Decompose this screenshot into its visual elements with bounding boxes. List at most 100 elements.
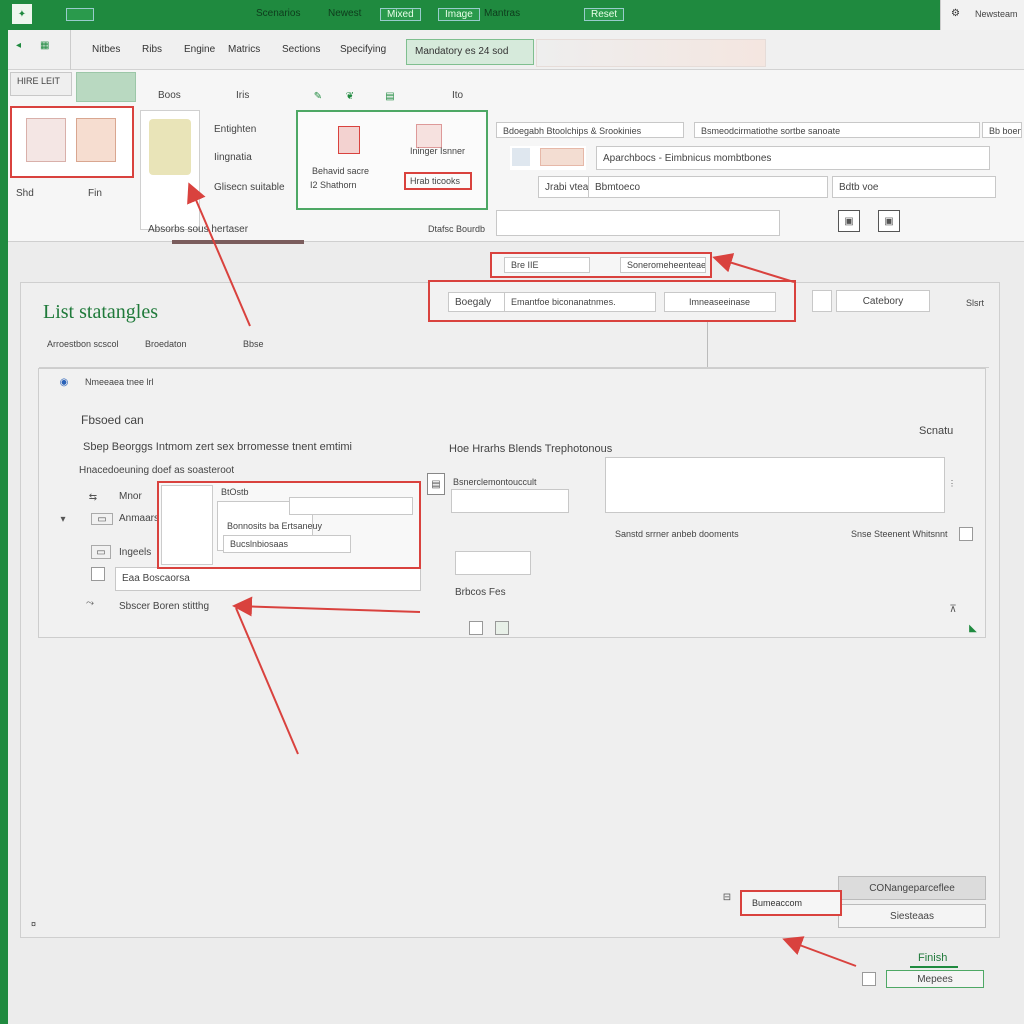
header-field-1[interactable]: Bdoegabh Btoolchips & Srookinies xyxy=(496,122,684,138)
popup-field-top[interactable] xyxy=(289,497,413,515)
table-icon[interactable]: ▤ xyxy=(380,86,400,106)
menu-item-scenarios[interactable]: Scenarios xyxy=(256,8,300,19)
hint-2: Snse Steenent Whitsnnt xyxy=(851,529,948,539)
title-bar-right: ⚙ Newsteam xyxy=(940,0,1024,30)
ribbon-selected-chip[interactable] xyxy=(76,72,136,102)
subbar-highlight[interactable]: Bre IIE Soneromeheenteaee xyxy=(490,252,712,278)
header-field-2[interactable]: Bsmeodcirmatiothe sortbe sanoate xyxy=(694,122,980,138)
ribbon-list-item-2[interactable]: Iingnatia xyxy=(214,152,252,163)
subbar-field-1[interactable]: Bre IIE xyxy=(504,257,590,273)
format-popup[interactable]: Behavid sacre I2 Shathorn Hrab ticooks I… xyxy=(296,110,488,210)
corner-icon: ◣ xyxy=(969,622,977,634)
menu-item-reset[interactable]: Reset xyxy=(584,8,625,21)
finish-checkbox[interactable] xyxy=(862,972,876,986)
dialog-small-box[interactable] xyxy=(455,551,531,575)
category-checkbox[interactable] xyxy=(812,290,832,312)
popup-row-2[interactable]: I2 Shathorn xyxy=(310,180,357,190)
dialog-row-4[interactable]: Sbscer Boren stitthg xyxy=(119,601,209,612)
popup-item-3[interactable]: Bucslnbiosaas xyxy=(223,535,351,553)
tab-specifying[interactable]: Specifying xyxy=(340,44,386,55)
toolbar-field-right[interactable]: Imneaseeinase xyxy=(664,292,776,312)
hint-1: Sanstd srrner anbeb dooments xyxy=(615,529,739,539)
footer-primary-button[interactable]: CONangeparceflee xyxy=(838,876,986,900)
back-icon[interactable]: ◂ xyxy=(16,40,21,51)
thumbnail-highlight[interactable] xyxy=(10,106,134,178)
menu-item-newest[interactable]: Newest xyxy=(328,8,361,19)
content-field-1[interactable]: Aparchbocs - Eimbnicus mombtbones xyxy=(596,146,990,170)
dialog-right-label: Scnatu xyxy=(919,425,954,437)
bottom-checkbox-2[interactable] xyxy=(495,621,509,635)
menu-item-image[interactable]: Image xyxy=(438,8,480,21)
title-box[interactable] xyxy=(66,8,94,21)
menu-item-mantras[interactable]: Mantras xyxy=(484,8,520,19)
ribbon-bottom-field[interactable] xyxy=(496,210,780,236)
scrollbar[interactable]: ⋮ xyxy=(945,455,959,511)
popup-item-1[interactable]: BtOstb xyxy=(221,487,249,497)
popup-item-2[interactable]: Bonnosits ba Ertsaneuy xyxy=(227,521,322,531)
grid-icon[interactable]: ▦ xyxy=(40,40,49,51)
app-logo-icon: ✦ xyxy=(12,4,32,24)
dialog-input[interactable]: Eaa Boscaorsa xyxy=(115,567,421,591)
pin-icon[interactable]: ⊼ xyxy=(945,601,961,617)
tab-engine[interactable]: Engine xyxy=(184,44,215,55)
dialog-text-area[interactable] xyxy=(605,457,945,513)
bottom-checkbox-1[interactable] xyxy=(469,621,483,635)
dialog-row-3[interactable]: Ingeels xyxy=(119,547,151,558)
pen-icon[interactable]: ✎ xyxy=(308,86,328,106)
footer-red-button[interactable]: Bumeaccom xyxy=(740,890,842,916)
header-field-3[interactable]: Bb boen xyxy=(982,122,1022,138)
tab-ribs[interactable]: Ribs xyxy=(142,44,162,55)
title-bar: ✦ Scenarios Newest Mixed Image Mantras R… xyxy=(0,0,940,30)
document-icon[interactable]: ▤ xyxy=(427,473,445,495)
menu-item-mixed[interactable]: Mixed xyxy=(380,8,421,21)
subbar-field-2[interactable]: Soneromeheenteaee xyxy=(620,257,706,273)
content-field-3[interactable]: Bbmtoeco xyxy=(588,176,828,198)
status-label: Slsrt xyxy=(966,298,984,308)
checkbox-label[interactable]: Brbcos Fes xyxy=(455,587,506,598)
frame-icon[interactable]: ▣ xyxy=(878,210,900,232)
sub-link-2[interactable]: Broedaton xyxy=(145,339,187,349)
popup-preview xyxy=(161,485,213,565)
thumbnail-one xyxy=(26,118,66,162)
finish-button[interactable]: Mepees xyxy=(886,970,984,988)
chevron-down-icon[interactable]: ▾ xyxy=(57,513,69,525)
sub-link-3[interactable]: Bbse xyxy=(243,339,264,349)
thumbnail-two xyxy=(76,118,116,162)
popup-red-button[interactable]: Hrab ticooks xyxy=(404,172,472,190)
category-field[interactable]: Catebory xyxy=(836,290,930,312)
toolbar-highlight[interactable]: Boegaly Emantfoe biconanatnmes. Imneasee… xyxy=(428,280,796,322)
tab-active[interactable]: Mandatory es 24 sod xyxy=(406,39,534,65)
ribbon-list-item-1[interactable]: Entighten xyxy=(214,124,256,135)
leaf-icon[interactable]: ❦ xyxy=(340,86,360,106)
tool-label-iris[interactable]: Iris xyxy=(236,90,249,101)
tab-sections[interactable]: Sections xyxy=(282,44,320,55)
dialog-popup-highlight[interactable]: BtOstb Bonnosits ba Ertsaneuy Bucslnbios… xyxy=(157,481,421,569)
tab-nitbes[interactable]: Nitbes xyxy=(92,44,120,55)
image-icon[interactable]: ▣ xyxy=(838,210,860,232)
tab-row: ◂ ▦ Nitbes Ribs Engine Matrics Sections … xyxy=(8,30,1024,70)
ribbon: HIRE LEIT Shd Fin Absorbs sous hertaser … xyxy=(8,70,1024,244)
tool-label-ito[interactable]: Ito xyxy=(452,90,463,101)
character-thumbnail xyxy=(149,119,191,175)
content-field-4[interactable]: Bdtb voe xyxy=(832,176,996,198)
settings-icon[interactable]: ⚙ xyxy=(951,8,960,19)
dialog-right-small-field[interactable] xyxy=(451,489,569,513)
ribbon-left-label[interactable]: HIRE LEIT xyxy=(10,72,72,96)
content-field-2[interactable]: Jrabi vteaunis pocts xyxy=(538,176,590,198)
toolbar-field-left[interactable]: Boegaly xyxy=(448,292,508,312)
popup-row-1[interactable]: Behavid sacre xyxy=(312,166,369,176)
dialog-row-1[interactable]: Mnor xyxy=(119,491,142,502)
user-label[interactable]: Newsteam xyxy=(975,9,1018,19)
row-checkbox[interactable] xyxy=(91,567,105,581)
image-card[interactable] xyxy=(140,110,200,230)
tool-label-boos[interactable]: Boos xyxy=(158,90,181,101)
tab-matrics[interactable]: Matrics xyxy=(228,44,260,55)
hint-checkbox[interactable] xyxy=(959,527,973,541)
toolbar-field-mid[interactable]: Emantfoe biconanatnmes. xyxy=(504,292,656,312)
footer-secondary-button[interactable]: Siesteaas xyxy=(838,904,986,928)
footer-icon: ⊟ xyxy=(722,891,732,903)
corner-mark: ¤ xyxy=(31,919,37,929)
dialog-row-2[interactable]: Anmaars xyxy=(119,513,159,524)
sub-link-1[interactable]: Arroestbon scscol xyxy=(47,339,119,349)
ribbon-list-item-3[interactable]: Glisecn suitable xyxy=(214,182,285,193)
